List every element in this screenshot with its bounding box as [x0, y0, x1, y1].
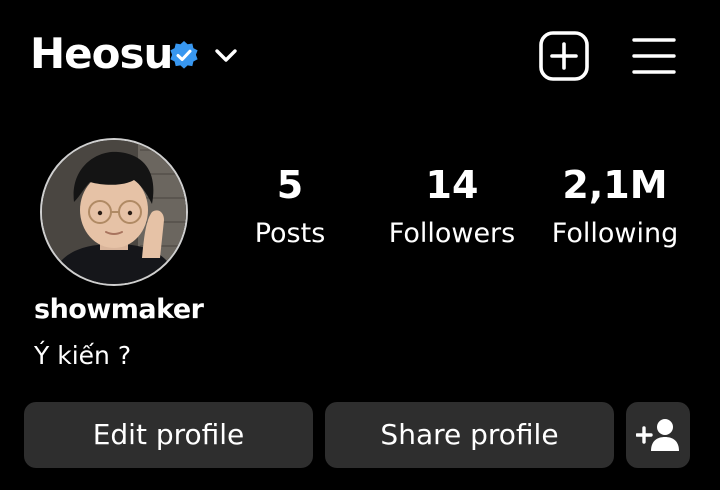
posts-count: 5 — [276, 163, 304, 207]
following-label: Following — [551, 218, 679, 249]
chevron-down-icon[interactable] — [212, 42, 240, 70]
following-count: 2,1M — [562, 163, 668, 207]
profile-display-name: showmaker — [34, 294, 204, 325]
posts-label: Posts — [254, 218, 326, 249]
posts-stat[interactable]: 5 Posts — [240, 160, 340, 258]
edit-profile-button[interactable]: Edit profile — [24, 402, 313, 468]
hamburger-menu-icon[interactable] — [630, 36, 678, 76]
account-username[interactable]: Heosu — [30, 28, 173, 80]
share-profile-button[interactable]: Share profile — [325, 402, 614, 468]
profile-photo — [42, 140, 186, 284]
create-post-button[interactable] — [538, 30, 590, 82]
followers-count: 14 — [425, 163, 479, 207]
avatar[interactable] — [40, 138, 188, 286]
discover-people-button[interactable] — [626, 402, 690, 468]
add-person-icon — [636, 419, 679, 451]
profile-bio: Ý kiến ? — [34, 341, 132, 370]
following-stat[interactable]: 2,1M Following — [550, 160, 680, 258]
verified-badge-icon — [170, 41, 198, 69]
profile-header: Heosu — [0, 0, 720, 110]
followers-label: Followers — [388, 218, 516, 249]
followers-stat[interactable]: 14 Followers — [384, 160, 520, 258]
